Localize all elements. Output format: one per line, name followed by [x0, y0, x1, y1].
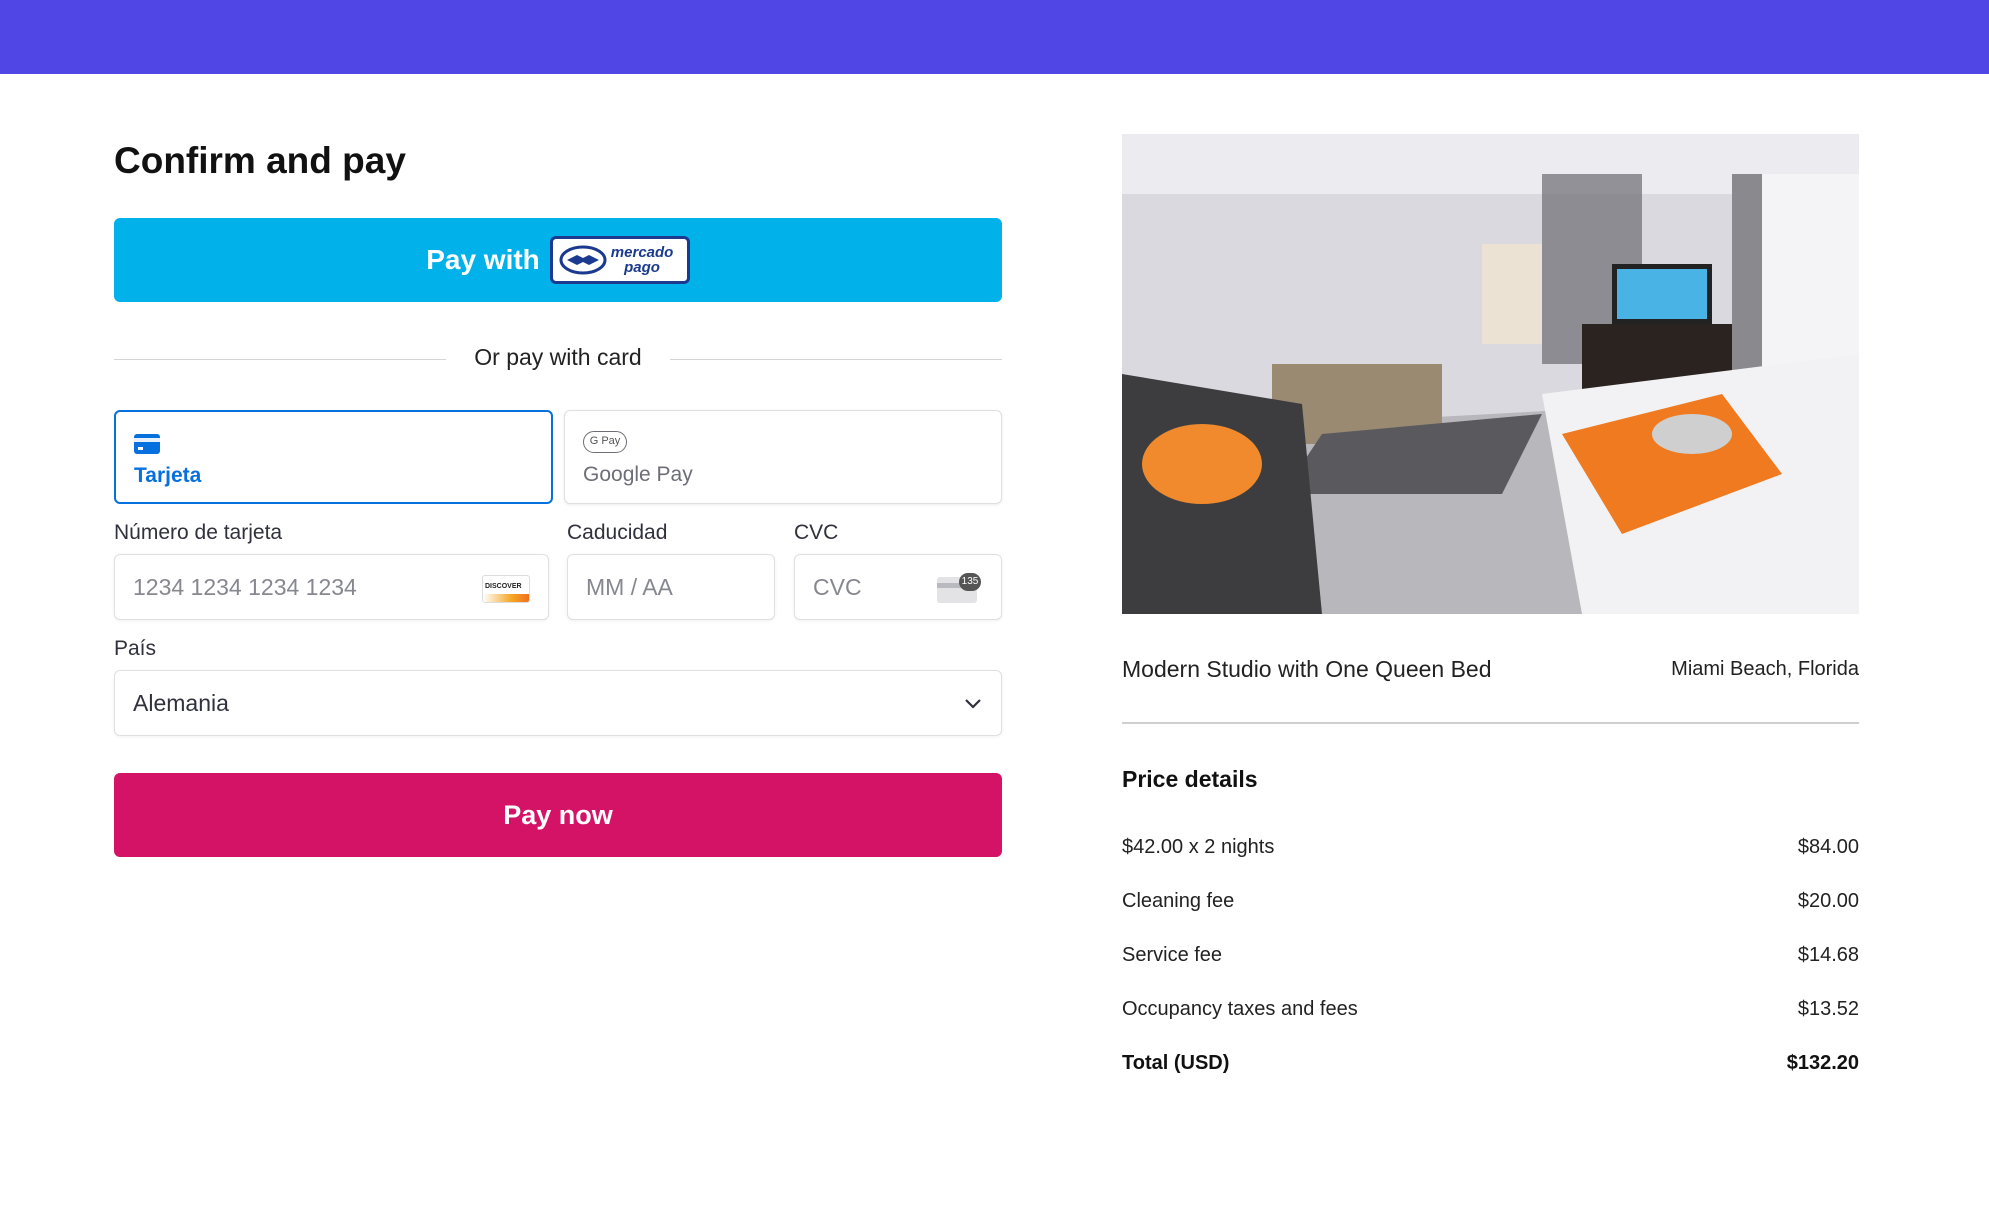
listing-name: Modern Studio with One Queen Bed — [1122, 656, 1492, 682]
tab-google-pay-label: Google Pay — [583, 463, 693, 486]
cvc-badge: 135 — [959, 573, 981, 591]
price-row-value: $20.00 — [1797, 890, 1859, 912]
cvc-field[interactable]: 135 — [794, 554, 1002, 620]
cvc-label: CVC — [794, 521, 839, 544]
price-row-value: $84.00 — [1797, 836, 1859, 858]
tab-google-pay[interactable]: G Pay Google Pay — [564, 410, 1002, 504]
mercado-pago-logo: mercado pago — [549, 236, 690, 284]
price-row-label: Cleaning fee — [1122, 890, 1235, 912]
country-label: País — [114, 637, 157, 660]
mercado-pago-label: Pay with — [426, 244, 540, 275]
google-pay-icon: G Pay — [583, 431, 627, 453]
tab-tarjeta-label: Tarjeta — [134, 464, 202, 487]
or-pay-with-card-divider: Or pay with card — [114, 344, 1002, 374]
mercado-pago-logo-text: mercado pago — [610, 244, 674, 276]
discover-stripe — [483, 594, 529, 602]
price-row-value: $13.52 — [1797, 998, 1859, 1020]
card-number-input[interactable] — [133, 555, 463, 619]
cvc-card-icon: 135 — [937, 573, 981, 603]
divider-text: Or pay with card — [474, 344, 642, 370]
price-total-label: Total (USD) — [1122, 1052, 1230, 1074]
price-row-label: Service fee — [1122, 944, 1223, 966]
chevron-down-icon — [963, 693, 983, 718]
summary-divider — [1122, 722, 1859, 724]
price-total-value: $132.20 — [1786, 1052, 1859, 1074]
expiry-field[interactable] — [567, 554, 775, 620]
divider-line-left — [114, 359, 446, 360]
price-details-title: Price details — [1122, 766, 1258, 792]
cvc-input[interactable] — [813, 555, 923, 619]
mercado-pago-button[interactable]: Pay with mercado pago — [114, 218, 1002, 302]
card-number-field[interactable]: DISCOVER — [114, 554, 549, 620]
expiry-input[interactable] — [586, 555, 756, 619]
price-row-value: $14.68 — [1797, 944, 1859, 966]
listing-location: Miami Beach, Florida — [1671, 658, 1859, 680]
tab-tarjeta[interactable]: Tarjeta — [114, 410, 553, 504]
pay-now-button[interactable]: Pay now — [114, 773, 1002, 857]
top-header-bar — [0, 0, 1989, 74]
page-title: Confirm and pay — [114, 140, 406, 181]
price-row-label: Occupancy taxes and fees — [1122, 998, 1358, 1020]
country-select[interactable]: Alemania — [114, 670, 1002, 736]
country-value: Alemania — [133, 690, 229, 716]
handshake-icon — [559, 245, 607, 275]
expiry-label: Caducidad — [567, 521, 668, 544]
credit-card-icon — [134, 434, 160, 459]
listing-photo — [1122, 134, 1859, 614]
divider-line-right — [670, 359, 1002, 360]
discover-icon: DISCOVER — [482, 575, 530, 603]
price-row-label: $42.00 x 2 nights — [1122, 836, 1275, 858]
card-number-label: Número de tarjeta — [114, 521, 283, 544]
